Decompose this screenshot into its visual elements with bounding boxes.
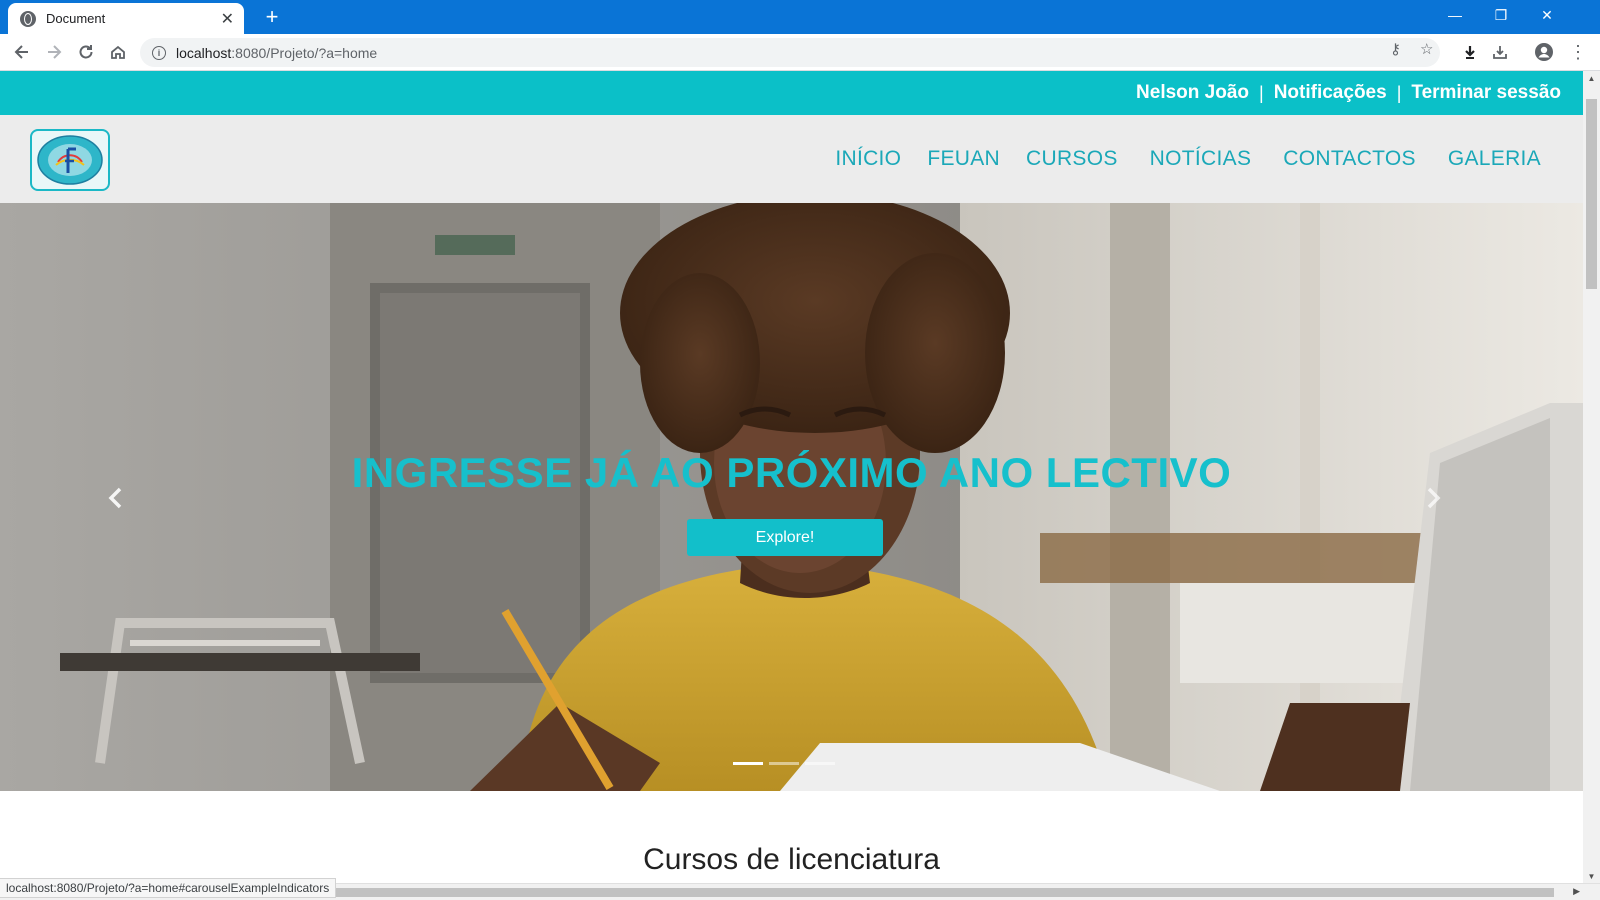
new-tab-button[interactable]: +	[258, 4, 286, 30]
site-info-icon[interactable]: i	[152, 45, 166, 60]
star-icon[interactable]: ☆	[1420, 40, 1433, 58]
hero-photo-student	[0, 203, 1583, 791]
vertical-scroll-thumb[interactable]	[1586, 99, 1597, 289]
vertical-scrollbar[interactable]: ▲ ▼	[1583, 71, 1600, 883]
main-menu: INÍCIO FEUAN CURSOS NOTÍCIAS CONTACTOS G…	[809, 115, 1541, 203]
user-topbar: Nelson João | Notificações | Terminar se…	[0, 71, 1583, 115]
back-button[interactable]	[8, 38, 36, 66]
link-status-bar: localhost:8080/Projeto/?a=home#carouselE…	[0, 878, 337, 898]
menu-button[interactable]: ⋮	[1564, 38, 1592, 66]
scroll-right-arrow-icon[interactable]: ▶	[1573, 886, 1580, 897]
browser-toolbar: i localhost:8080/Projeto/?a=home ⚷ ☆ ⋮	[0, 34, 1600, 71]
close-tab-icon[interactable]: ✕	[221, 9, 234, 29]
downloads-button[interactable]	[1486, 38, 1514, 66]
tab-title: Document	[46, 11, 106, 26]
home-button[interactable]	[104, 38, 132, 66]
download-arrow-icon	[1465, 46, 1475, 59]
carousel-indicators	[733, 762, 841, 765]
globe-icon	[20, 10, 36, 27]
carousel-indicator[interactable]	[733, 762, 763, 765]
browser-tab-strip: Document ✕ + — ❐ ✕	[0, 0, 1600, 34]
nav-cursos[interactable]: CURSOS	[1026, 147, 1118, 171]
key-icon[interactable]: ⚷	[1390, 40, 1401, 58]
forward-button[interactable]	[40, 38, 68, 66]
section-title: Cursos de licenciatura	[643, 843, 940, 876]
user-name-link[interactable]: Nelson João	[1136, 82, 1249, 104]
browser-tab[interactable]: Document ✕	[8, 3, 244, 34]
explore-button[interactable]: Explore!	[687, 519, 883, 556]
hero-title: INGRESSE JÁ AO PRÓXIMO ANO LECTIVO	[351, 449, 1232, 496]
separator: |	[1259, 82, 1264, 103]
address-url: localhost:8080/Projeto/?a=home	[176, 45, 377, 61]
nav-galeria[interactable]: GALERIA	[1448, 147, 1541, 171]
profile-icon	[1535, 43, 1553, 61]
address-bar[interactable]: i localhost:8080/Projeto/?a=home	[140, 38, 1440, 67]
minimize-button[interactable]: —	[1432, 0, 1478, 30]
kebab-menu-icon: ⋮	[1569, 41, 1587, 62]
close-window-button[interactable]: ✕	[1524, 0, 1570, 30]
home-icon	[111, 45, 125, 59]
nav-noticias[interactable]: NOTÍCIAS	[1150, 147, 1252, 171]
restore-button[interactable]: ❐	[1478, 0, 1524, 30]
nav-contactos[interactable]: CONTACTOS	[1283, 147, 1416, 171]
main-navbar: INÍCIO FEUAN CURSOS NOTÍCIAS CONTACTOS G…	[0, 115, 1583, 203]
nav-feuan[interactable]: FEUAN	[927, 147, 1000, 171]
url-path: :8080/Projeto/?a=home	[231, 44, 378, 61]
reload-icon	[79, 45, 93, 59]
carousel-indicator[interactable]	[769, 762, 799, 765]
downloads-icon	[1493, 46, 1507, 59]
download-arrow-button[interactable]	[1456, 38, 1484, 66]
url-host: localhost	[176, 44, 232, 61]
separator: |	[1396, 82, 1402, 103]
hero-carousel: INGRESSE JÁ AO PRÓXIMO ANO LECTIVO Explo…	[0, 203, 1583, 791]
faculty-seal-icon	[37, 135, 103, 185]
scroll-down-arrow-icon[interactable]: ▼	[1583, 869, 1600, 883]
forward-arrow-icon	[48, 45, 62, 59]
nav-inicio[interactable]: INÍCIO	[835, 147, 901, 171]
profile-button[interactable]	[1530, 38, 1558, 66]
notifications-link[interactable]: Notificações	[1274, 82, 1387, 104]
page-viewport: Nelson João | Notificações | Terminar se…	[0, 71, 1583, 900]
logout-link[interactable]: Terminar sessão	[1411, 82, 1561, 104]
back-arrow-icon	[14, 45, 28, 59]
scroll-up-arrow-icon[interactable]: ▲	[1583, 71, 1600, 85]
faculty-logo[interactable]	[30, 129, 110, 191]
carousel-indicator[interactable]	[805, 762, 835, 765]
reload-button[interactable]	[72, 38, 100, 66]
